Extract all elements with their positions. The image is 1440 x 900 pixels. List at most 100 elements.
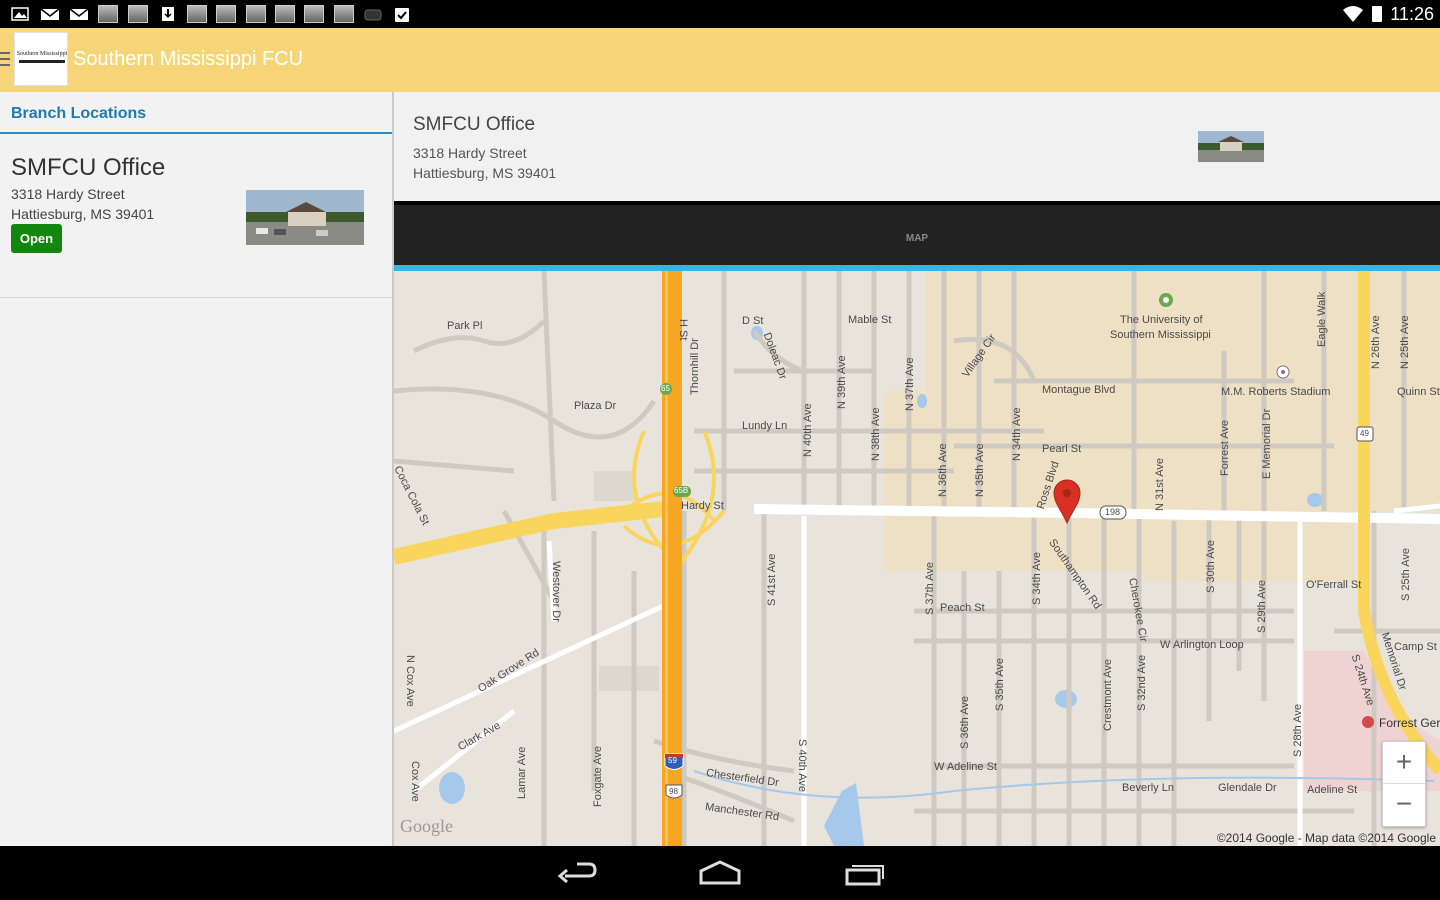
map-label: S 40th Ave: [796, 739, 808, 793]
map-label: Southern Mississippi: [1110, 329, 1211, 341]
thumb-icon: [334, 5, 354, 23]
branch-list-header: Branch Locations: [0, 92, 393, 134]
map-canvas: [394, 271, 1440, 846]
map-label: S 36th Ave: [959, 695, 971, 749]
app-title: Southern Mississippi FCU: [73, 48, 304, 70]
map-label: Hardy St: [681, 500, 724, 512]
detail-city: Hattiesburg, MS 39401: [413, 165, 557, 181]
thumb-icon: [246, 5, 266, 23]
map-label: N 26th Ave: [1370, 315, 1382, 369]
branch-list-title: Branch Locations: [11, 105, 147, 122]
mail-icon: [69, 5, 89, 23]
map-label: E Memorial Dr: [1261, 408, 1273, 479]
map-label: Pearl St: [1042, 443, 1082, 455]
branch-city: Hattiesburg, MS 39401: [11, 206, 155, 222]
thumb-icon: [275, 5, 295, 23]
zoom-controls: + −: [1382, 741, 1426, 827]
map-label: S 32nd Ave: [1136, 654, 1148, 711]
wifi-icon: [1342, 4, 1364, 29]
map-label: N 39th Ave: [836, 355, 848, 409]
map-label: M.M. Roberts Stadium: [1221, 386, 1331, 398]
clock: 11:26: [1390, 4, 1434, 24]
tab-bar: MAP: [394, 201, 1440, 271]
map-label: Lundy Ln: [742, 420, 788, 432]
branch-name: SMFCU Office: [11, 154, 166, 181]
map-label: O'Ferrall St: [1306, 579, 1362, 591]
map-label: Quinn St: [1397, 386, 1440, 398]
branch-detail-header: SMFCU Office 3318 Hardy Street Hattiesbu…: [394, 92, 1440, 201]
map-label: 59: [668, 756, 677, 765]
map-label: Park Pl: [447, 320, 483, 332]
app-bar: Southern Mississippi Southern Mississipp…: [0, 28, 1440, 92]
status-bar: 11:26: [0, 0, 1440, 28]
map-label: N Cox Ave: [404, 655, 416, 707]
map-label: Plaza Dr: [574, 400, 617, 412]
map-label: Crestmont Ave: [1102, 659, 1114, 731]
zoom-out-button[interactable]: −: [1383, 784, 1425, 826]
map-label: Lamar Ave: [516, 746, 528, 799]
map-label: N 40th Ave: [802, 403, 814, 457]
cloud-icon: [363, 5, 383, 23]
map-label: W Arlington Loop: [1160, 639, 1244, 651]
detail-branch-name: SMFCU Office: [413, 114, 536, 135]
detail-street: 3318 Hardy Street: [413, 145, 527, 161]
map-label: Glendale Dr: [1218, 782, 1277, 794]
map-label: S 35th Ave: [994, 657, 1006, 711]
google-logo: Google: [400, 816, 453, 836]
mail-icon: [40, 5, 60, 23]
image-icon: [10, 5, 30, 23]
thumb-icon: [216, 5, 236, 23]
tab-map[interactable]: MAP: [394, 205, 1440, 265]
map-label: S 34th Ave: [1031, 551, 1043, 605]
map-label: Forrest Ave: [1219, 419, 1231, 476]
thumb-icon: [128, 5, 148, 23]
map-label: 65B: [674, 486, 689, 495]
map-label: Beverly Ln: [1122, 782, 1174, 794]
logo-text: Southern Mississippi: [16, 51, 68, 57]
branch-photo: [246, 190, 364, 245]
map-label: S 29th Ave: [1256, 579, 1268, 633]
map-label: N 35th Ave: [974, 443, 986, 497]
zoom-in-button[interactable]: +: [1383, 742, 1425, 784]
clipboard-check-icon: [392, 5, 412, 23]
map-label: D St: [742, 315, 764, 327]
thumb-icon: [304, 5, 324, 23]
branch-list-pane: Branch Locations SMFCU Office 3318 Hardy…: [0, 92, 393, 846]
map-label: Cox Ave: [409, 761, 421, 802]
map-label: N 31st Ave: [1154, 458, 1166, 511]
map-label: N 38th Ave: [870, 407, 882, 461]
map-label: H St: [677, 319, 689, 341]
map-label: N 25th Ave: [1399, 315, 1411, 369]
map-label: Adeline St: [1307, 784, 1358, 796]
map-label: The University of: [1120, 314, 1203, 326]
map-label: 65: [661, 384, 670, 393]
map-view[interactable]: Park Pl Plaza Dr Coca Cola St D St Dolea…: [394, 271, 1440, 846]
download-icon: [158, 5, 178, 23]
map-label: Eagle Walk: [1316, 291, 1328, 347]
recents-icon[interactable]: [844, 859, 886, 894]
map-label: Forrest Ger: [1379, 716, 1440, 730]
branch-list-item[interactable]: SMFCU Office 3318 Hardy Street Hattiesbu…: [0, 136, 393, 298]
home-icon[interactable]: [698, 859, 742, 894]
map-label: 198: [1105, 507, 1121, 517]
map-copyright[interactable]: ©2014 Google - Map data ©2014 Google: [1217, 831, 1436, 845]
navigation-bar: [0, 846, 1440, 900]
map-label: N 37th Ave: [904, 357, 916, 411]
hamburger-icon[interactable]: [0, 52, 10, 66]
battery-icon: [1372, 6, 1382, 22]
map-label: S 37th Ave: [924, 561, 936, 615]
app-logo[interactable]: Southern Mississippi: [14, 32, 68, 86]
map-label: S 25th Ave: [1400, 547, 1412, 601]
map-label: Camp St: [1394, 641, 1437, 653]
map-label: 98: [669, 787, 678, 796]
back-icon[interactable]: [555, 859, 597, 894]
map-label: S 30th Ave: [1205, 539, 1217, 593]
detail-branch-photo[interactable]: [1198, 131, 1264, 162]
map-label: N 34th Ave: [1011, 407, 1023, 461]
map-label: Thornhill Dr: [689, 338, 701, 395]
status-badge: Open: [11, 224, 62, 253]
map-label: S 41st Ave: [766, 553, 778, 606]
thumb-icon: [98, 5, 118, 23]
map-label: 49: [1360, 429, 1369, 438]
thumb-icon: [187, 5, 207, 23]
